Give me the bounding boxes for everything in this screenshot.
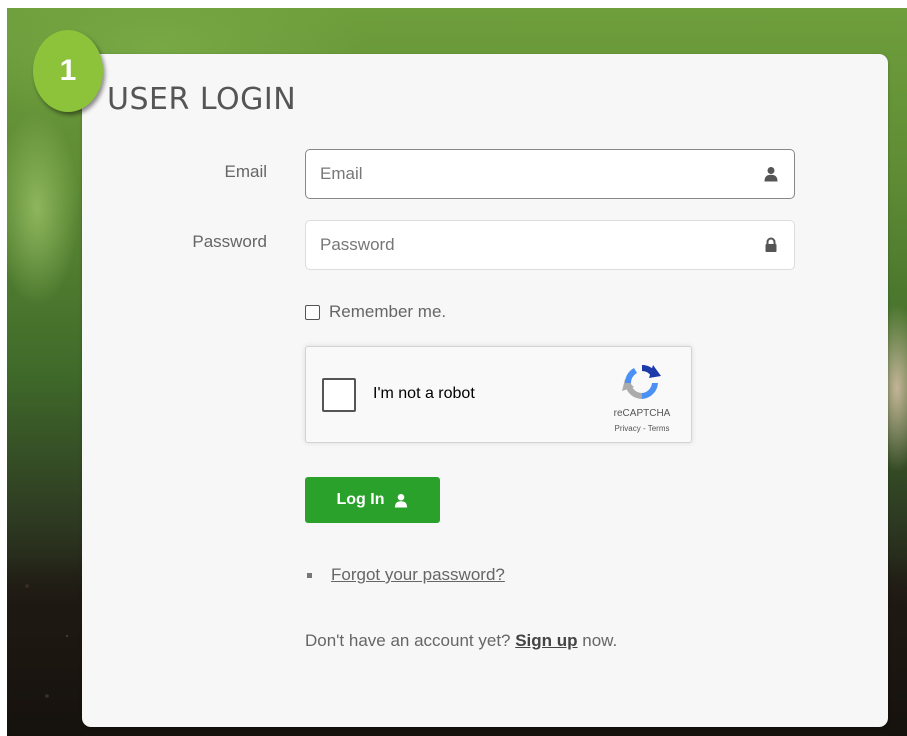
recaptcha-links: Privacy - Terms (597, 424, 687, 433)
recaptcha-terms-link[interactable]: Terms (648, 424, 670, 433)
email-input[interactable] (320, 150, 740, 198)
signup-suffix-text: now. (577, 631, 618, 650)
recaptcha-logo-icon (622, 364, 661, 400)
recaptcha-label: I'm not a robot (373, 385, 475, 402)
step-number-badge: 1 (33, 30, 103, 112)
login-button-label: Log In (336, 491, 385, 508)
remember-me-row: Remember me. (305, 302, 446, 322)
page-title: USER LOGIN (107, 82, 297, 117)
password-field-wrapper (305, 220, 795, 270)
user-icon (395, 493, 408, 508)
signup-prompt: Don't have an account yet? Sign up now. (305, 631, 617, 651)
signup-link[interactable]: Sign up (515, 631, 577, 650)
remember-me-label[interactable]: Remember me. (329, 302, 446, 322)
recaptcha-link-separator: - (640, 424, 648, 433)
lock-icon (765, 237, 777, 252)
recaptcha-widget: I'm not a robot reCAPTCHA Privacy - Term… (305, 346, 692, 443)
recaptcha-brand: reCAPTCHA (613, 408, 671, 419)
screen: 1 USER LOGIN Email Password Remember me.… (0, 0, 907, 736)
password-input[interactable] (320, 221, 740, 269)
user-icon (764, 167, 778, 182)
signup-prefix-text: Don't have an account yet? (305, 631, 516, 650)
recaptcha-privacy-link[interactable]: Privacy (615, 424, 641, 433)
password-label: Password (192, 232, 267, 251)
list-bullet (307, 572, 312, 578)
remember-me-checkbox[interactable] (305, 304, 320, 320)
email-label: Email (224, 162, 267, 181)
login-button[interactable]: Log In (305, 477, 440, 523)
forgot-password-link[interactable]: Forgot your password? (331, 565, 505, 585)
forgot-password-row: Forgot your password? (307, 565, 505, 585)
recaptcha-checkbox[interactable] (322, 378, 356, 412)
email-field-wrapper (305, 149, 795, 199)
